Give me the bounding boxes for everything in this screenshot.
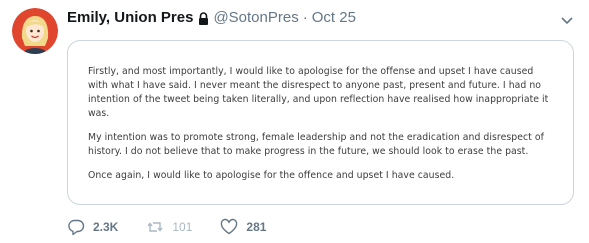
avatar[interactable] bbox=[12, 8, 58, 54]
chevron-down-icon[interactable] bbox=[561, 12, 573, 25]
retweet-button[interactable]: 101 bbox=[146, 218, 192, 236]
reply-count: 2.3K bbox=[93, 220, 119, 234]
tweet-image[interactable]: Firstly, and most importantly, I would l… bbox=[67, 40, 574, 205]
image-paragraph: My intention was to promote strong, fema… bbox=[88, 132, 544, 157]
reply-button[interactable]: 2.3K bbox=[67, 218, 118, 236]
display-name[interactable]: Emily, Union Pres bbox=[67, 9, 193, 27]
separator: · bbox=[302, 9, 308, 26]
retweet-icon bbox=[147, 222, 163, 232]
reply-icon bbox=[68, 219, 85, 236]
tweet-actions: 2.3K 101 281 bbox=[67, 218, 294, 236]
tweet-header: Emily, Union Pres @SotonPres · Oct 25 bbox=[67, 9, 356, 27]
lock-icon bbox=[198, 11, 209, 25]
image-paragraph: Once again, I would like to apologise fo… bbox=[88, 170, 455, 181]
tweet[interactable]: Emily, Union Pres @SotonPres · Oct 25 Fi… bbox=[0, 0, 589, 243]
like-button[interactable]: 281 bbox=[220, 218, 266, 236]
image-paragraph: Firstly, and most importantly, I would l… bbox=[88, 66, 549, 119]
handle[interactable]: @SotonPres bbox=[213, 9, 298, 27]
heart-icon bbox=[221, 218, 238, 235]
timestamp[interactable]: Oct 25 bbox=[312, 9, 356, 27]
retweet-count: 101 bbox=[172, 220, 193, 234]
like-count: 281 bbox=[246, 220, 267, 234]
